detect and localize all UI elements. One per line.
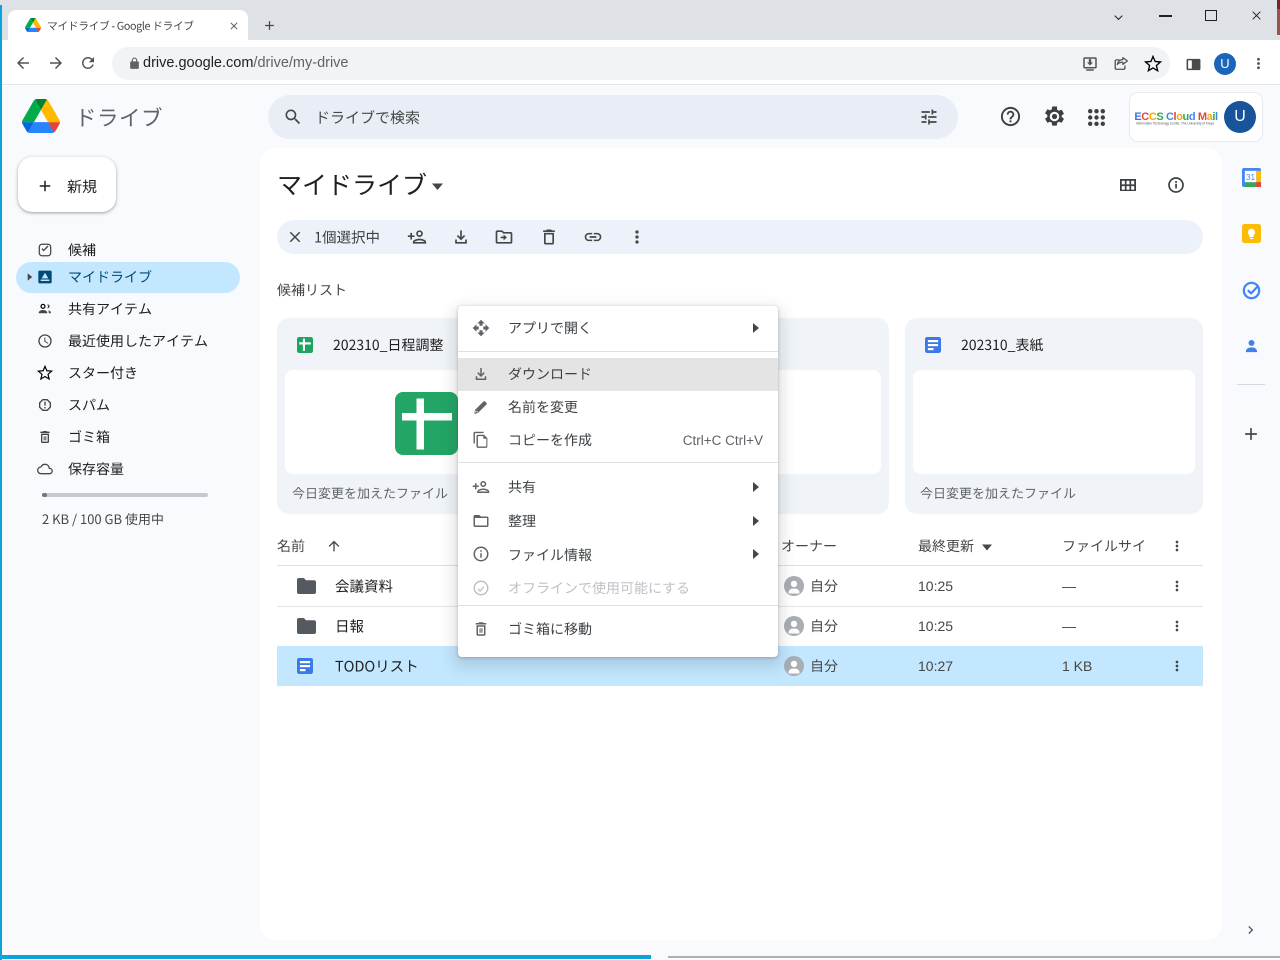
svg-text:31: 31 xyxy=(1246,173,1256,182)
